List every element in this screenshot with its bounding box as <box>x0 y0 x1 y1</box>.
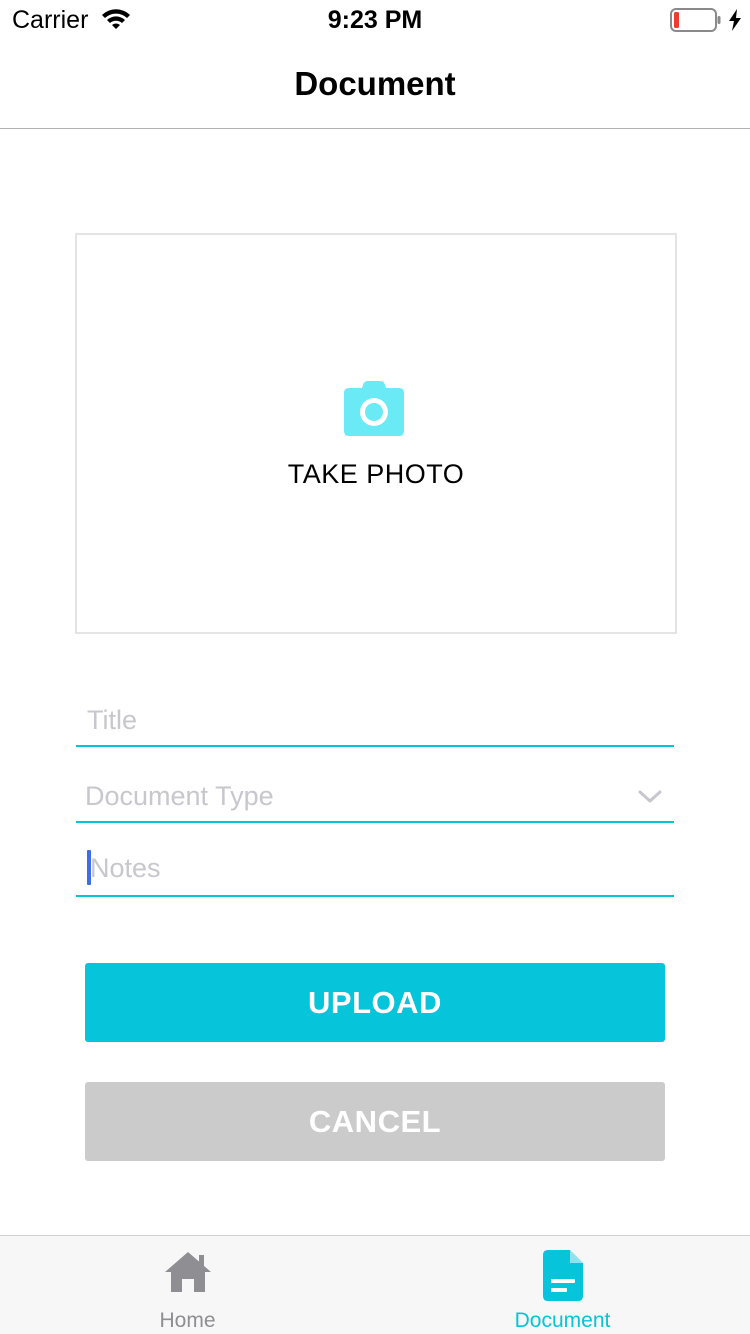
home-icon <box>0 1250 375 1299</box>
notes-field <box>76 848 674 897</box>
take-photo-area[interactable]: TAKE PHOTO <box>75 233 677 634</box>
tab-document[interactable]: Document <box>375 1236 750 1334</box>
chevron-down-icon <box>638 789 662 810</box>
document-screen: Carrier 9:23 PM Document TAKE PHOTO Titl… <box>0 0 750 1334</box>
cancel-button[interactable]: CANCEL <box>85 1082 665 1161</box>
tab-document-label: Document <box>514 1309 611 1332</box>
tab-bar: Home Document <box>0 1235 750 1334</box>
tab-home[interactable]: Home <box>0 1236 375 1334</box>
document-icon <box>375 1250 750 1307</box>
notes-input[interactable] <box>90 850 630 886</box>
charging-bolt-icon <box>728 9 742 36</box>
take-photo-label: TAKE PHOTO <box>287 459 465 489</box>
title-input[interactable] <box>87 702 627 738</box>
upload-button[interactable]: UPLOAD <box>85 963 665 1042</box>
battery-low-icon <box>670 8 722 37</box>
tab-home-label: Home <box>159 1309 216 1332</box>
status-bar: Carrier 9:23 PM <box>0 0 750 40</box>
document-type-placeholder: Document Type <box>85 781 274 811</box>
document-type-select[interactable]: Document Type <box>76 777 674 823</box>
camera-icon <box>343 381 405 442</box>
title-field <box>76 698 674 747</box>
navigation-bar: Document <box>0 40 750 129</box>
status-time: 9:23 PM <box>327 6 423 34</box>
page-title: Document <box>294 65 456 102</box>
